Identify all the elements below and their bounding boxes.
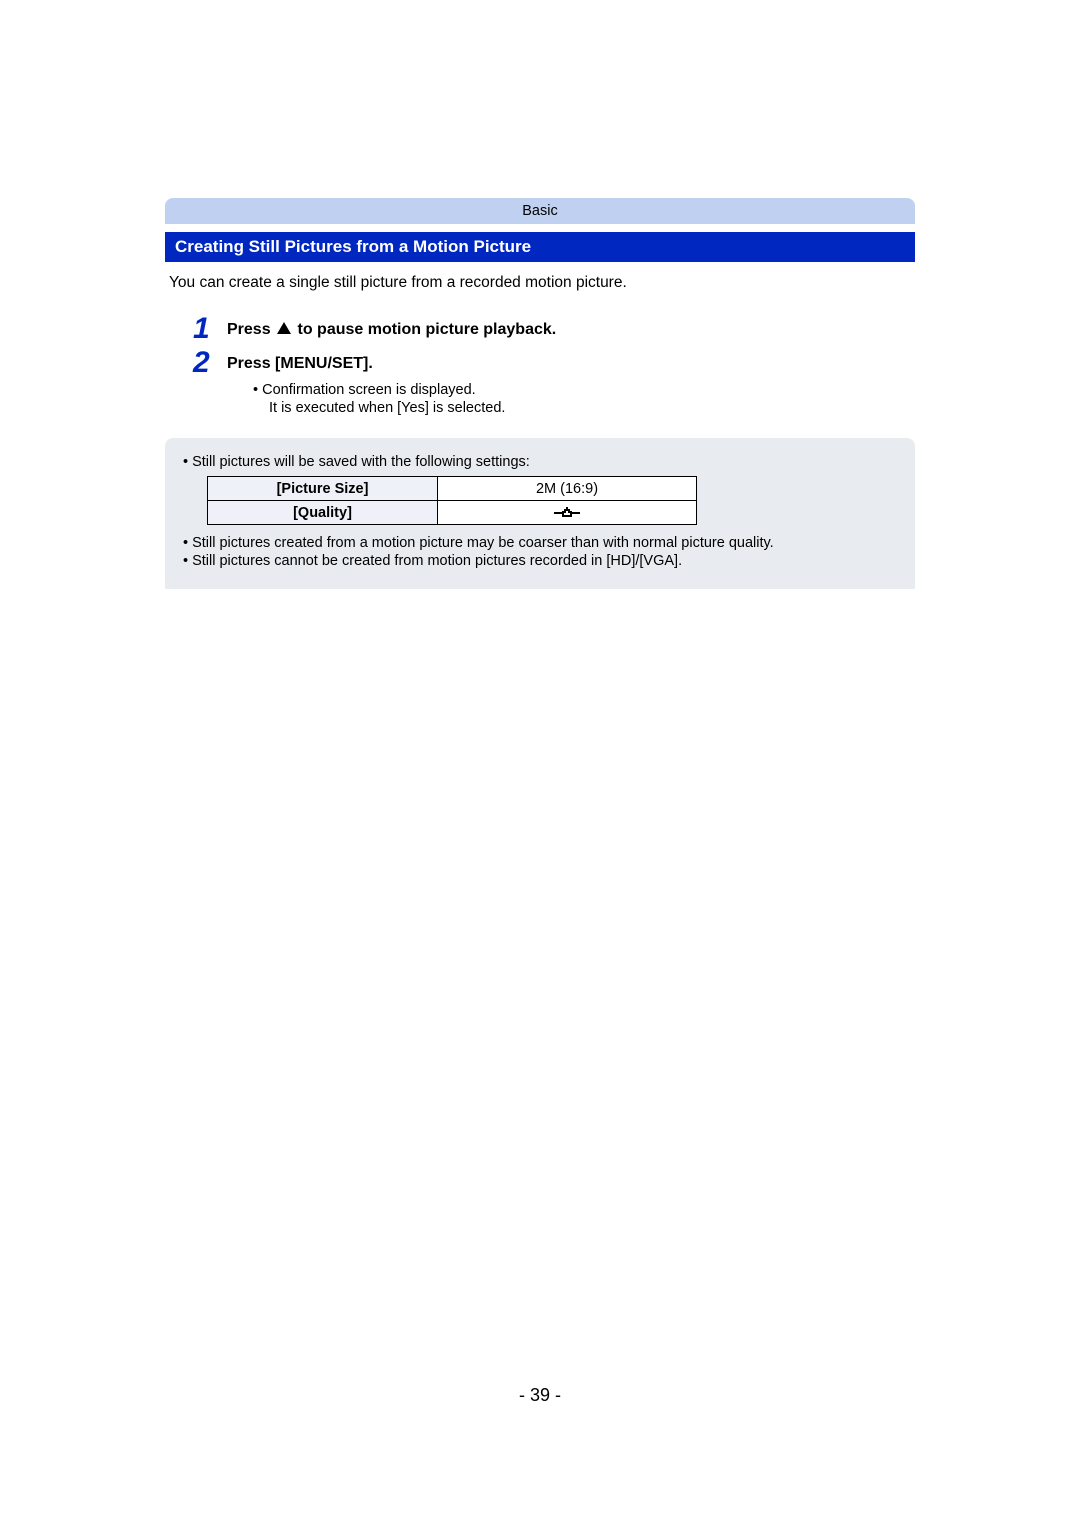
quality-value (438, 501, 697, 525)
settings-table: [Picture Size] 2M (16:9) [Quality] (207, 476, 697, 525)
section-title: Creating Still Pictures from a Motion Pi… (165, 232, 915, 262)
step-2-text: Press [MENU/SET]. (227, 349, 373, 373)
note-coarser: • Still pictures created from a motion p… (183, 535, 897, 551)
page: Basic Creating Still Pictures from a Mot… (0, 0, 1080, 1526)
note-hd-vga: • Still pictures cannot be created from … (183, 553, 897, 569)
step-2-details: • Confirmation screen is displayed. It i… (253, 382, 915, 416)
quality-label: [Quality] (208, 501, 438, 525)
step-1-text-post: to pause motion picture playback. (293, 321, 556, 338)
step-1: 1 Press to pause motion picture playback… (193, 310, 915, 340)
table-row: [Picture Size] 2M (16:9) (208, 477, 697, 501)
picture-size-value: 2M (16:9) (438, 477, 697, 501)
table-row: [Quality] (208, 501, 697, 525)
step-2: 2 Press [MENU/SET]. (193, 344, 915, 374)
step-number-2: 2 (193, 348, 227, 378)
intro-text: You can create a single still picture fr… (169, 274, 915, 292)
quality-standard-icon (554, 506, 580, 520)
step-number-1: 1 (193, 314, 227, 344)
execution-line: It is executed when [Yes] is selected. (269, 400, 915, 416)
notes-box: • Still pictures will be saved with the … (165, 438, 915, 589)
confirmation-line: • Confirmation screen is displayed. (253, 382, 915, 398)
notebox-intro: • Still pictures will be saved with the … (183, 454, 897, 470)
picture-size-label: [Picture Size] (208, 477, 438, 501)
step-1-text-pre: Press (227, 321, 275, 338)
page-number: - 39 - (0, 1385, 1080, 1406)
step-1-text: Press to pause motion picture playback. (227, 315, 556, 339)
chapter-bar: Basic (165, 198, 915, 224)
up-triangle-icon (277, 322, 291, 334)
